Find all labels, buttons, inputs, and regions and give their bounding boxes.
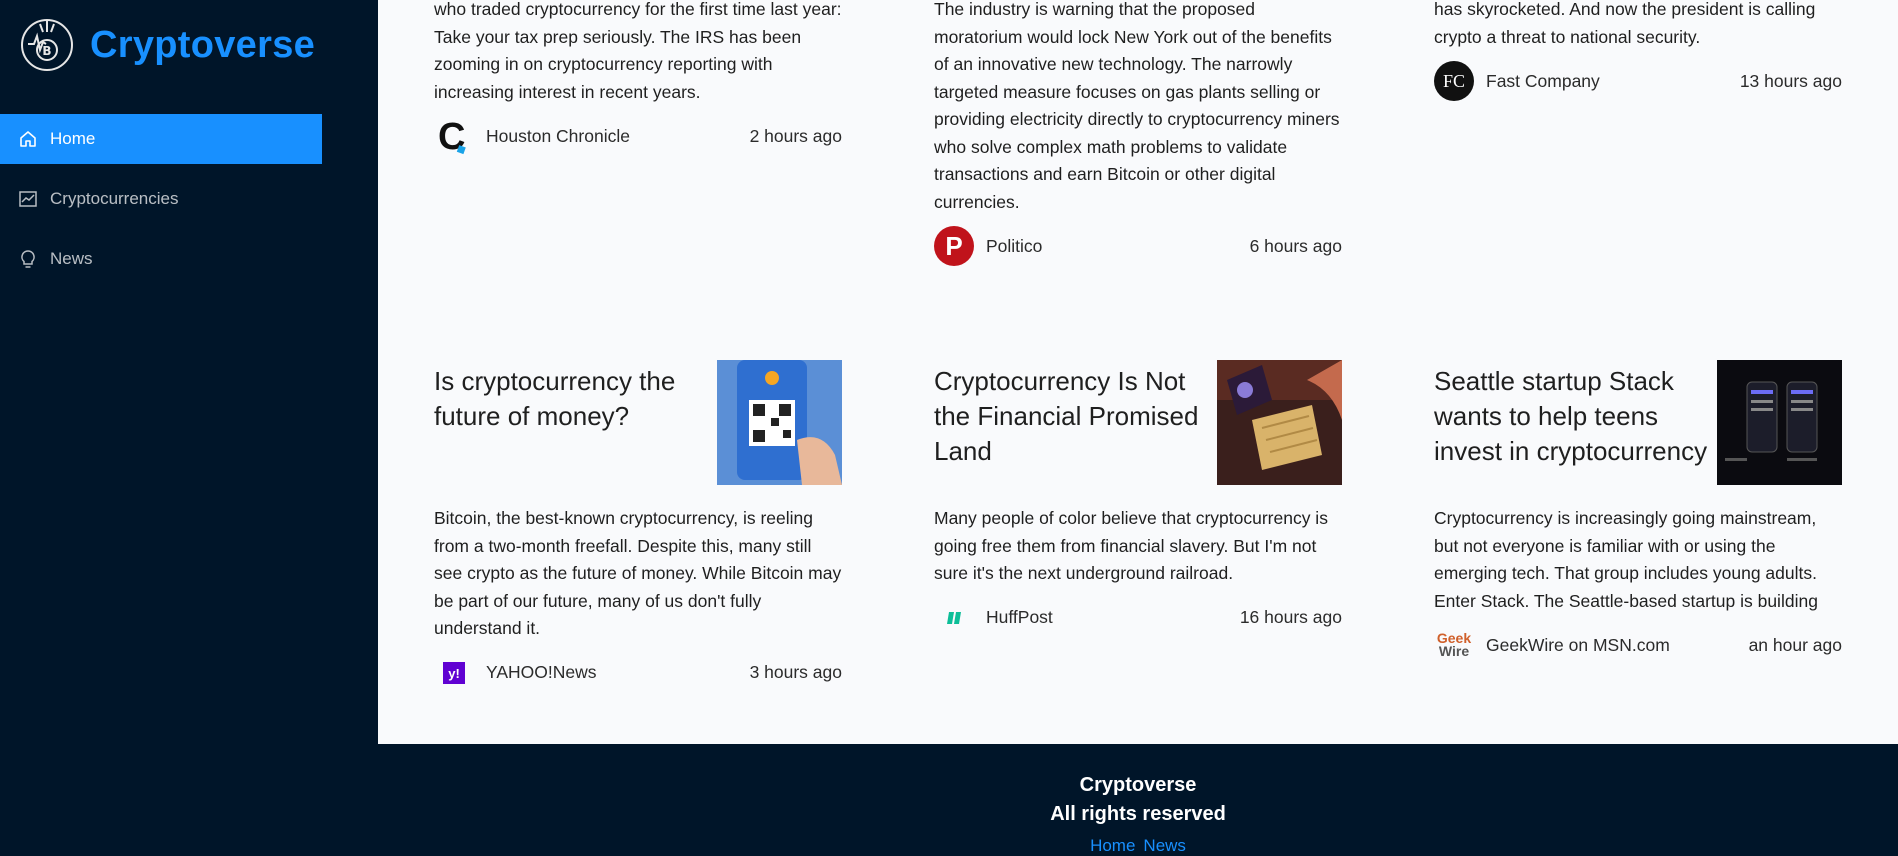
news-content: who traded cryptocurrency for the first … — [378, 0, 1898, 744]
news-card[interactable]: Cryptocurrency Is Not the Financial Prom… — [934, 360, 1342, 638]
news-time: 3 hours ago — [749, 662, 842, 682]
provider-name: GeekWire on MSN.com — [1486, 634, 1670, 655]
news-description: who traded cryptocurrency for the first … — [434, 0, 842, 102]
footer-rights: All rights reserved — [1050, 803, 1226, 825]
bulb-icon — [18, 249, 38, 269]
news-time: 2 hours ago — [749, 125, 842, 146]
sidebar-item-cryptocurrencies[interactable]: Cryptocurrencies — [0, 174, 322, 224]
sidebar-item-home[interactable]: Home — [0, 114, 322, 164]
provider-name: Houston Chronicle — [486, 125, 630, 146]
news-card[interactable]: has skyrocketed. And now the president i… — [1434, 0, 1842, 101]
sidebar: B Cryptoverse Home Cryptocurrencies News — [0, 0, 378, 854]
news-provider: P Politico 6 hours ago — [934, 226, 1342, 266]
news-time: 13 hours ago — [1739, 70, 1842, 91]
news-card[interactable]: Is cryptocurrency the future of money? B… — [434, 360, 842, 693]
provider-name: Fast Company — [1486, 70, 1600, 91]
home-icon — [18, 129, 38, 149]
cryptoverse-logo-icon: B — [21, 19, 73, 71]
news-provider: HuffPost 16 hours ago — [934, 598, 1342, 638]
provider-name: Politico — [986, 235, 1043, 256]
footer-links: Home News — [378, 836, 1898, 856]
sidebar-item-label: News — [50, 249, 93, 268]
footer-link-home[interactable]: Home — [1090, 836, 1135, 855]
news-time: 6 hours ago — [1249, 235, 1342, 256]
news-time: 16 hours ago — [1239, 607, 1342, 627]
geekwire-logo-icon: Geek Wire — [1436, 630, 1472, 659]
news-title: Seattle startup Stack wants to help teen… — [1434, 366, 1708, 466]
yahoo-news-logo-icon: y! — [434, 653, 474, 693]
news-provider: Geek Wire GeekWire on MSN.com an hour ag… — [1434, 625, 1842, 665]
brand-name[interactable]: Cryptoverse — [90, 24, 315, 67]
provider-name: HuffPost — [986, 607, 1053, 627]
footer-link-news[interactable]: News — [1143, 836, 1186, 855]
fast-company-logo-text: FC — [1442, 70, 1466, 91]
sidebar-item-label: Cryptocurrencies — [50, 189, 179, 208]
news-description: has skyrocketed. And now the president i… — [1434, 0, 1816, 47]
svg-text:y!: y! — [448, 666, 460, 681]
svg-text:B: B — [42, 44, 51, 58]
chart-icon — [18, 189, 38, 209]
huffpost-logo-icon — [934, 598, 974, 638]
sidebar-item-label: Home — [50, 129, 96, 148]
sidebar-menu: Home Cryptocurrencies News — [0, 114, 322, 294]
svg-text:P: P — [945, 231, 962, 261]
news-card[interactable]: who traded cryptocurrency for the first … — [434, 0, 842, 156]
footer: Cryptoverse All rights reserved Home News — [378, 744, 1898, 856]
news-title: Is cryptocurrency the future of money? — [434, 366, 676, 431]
politico-logo-icon: P — [934, 226, 974, 266]
brand[interactable]: B Cryptoverse — [20, 18, 315, 72]
news-description: Many people of color believe that crypto… — [934, 508, 1328, 583]
news-description: The industry is warning that the propose… — [934, 0, 1340, 212]
news-card[interactable]: Seattle startup Stack wants to help teen… — [1434, 360, 1842, 665]
news-title: Cryptocurrency Is Not the Financial Prom… — [934, 366, 1199, 466]
fast-company-logo-icon: FC — [1434, 61, 1474, 101]
provider-name: YAHOO!News — [486, 662, 597, 682]
news-thumbnail — [1717, 360, 1842, 485]
news-description: Cryptocurrency is increasingly going mai… — [1434, 508, 1818, 611]
news-thumbnail — [717, 360, 842, 485]
footer-brand: Cryptoverse — [1079, 774, 1197, 796]
news-description: Bitcoin, the best-known cryptocurrency, … — [434, 508, 842, 638]
news-thumbnail — [1217, 360, 1342, 485]
news-provider: C Houston Chronicle 2 hours ago — [434, 116, 842, 156]
news-provider: FC Fast Company 13 hours ago — [1434, 61, 1842, 101]
news-card[interactable]: The industry is warning that the propose… — [934, 0, 1342, 266]
news-provider: y! YAHOO!News 3 hours ago — [434, 653, 842, 693]
houston-chronicle-logo-icon: C — [434, 116, 474, 156]
sidebar-item-news[interactable]: News — [0, 234, 322, 284]
news-time: an hour ago — [1748, 634, 1842, 655]
